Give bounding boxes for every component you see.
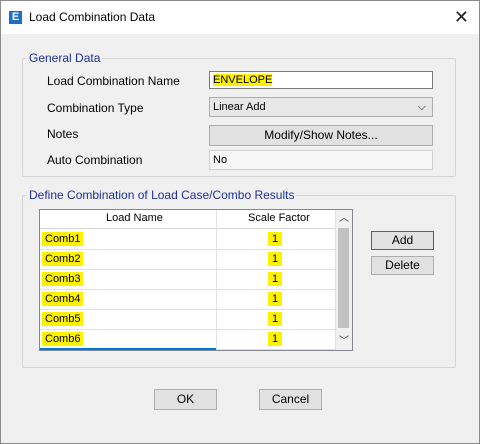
table-row[interactable]: Comb3 1	[40, 269, 338, 290]
col-load-name: Load Name	[106, 212, 163, 224]
notes-label: Notes	[47, 127, 79, 141]
col-scale-factor: Scale Factor	[248, 212, 310, 224]
modify-notes-button[interactable]: Modify/Show Notes...	[209, 125, 433, 146]
load-grid[interactable]: Load Name Scale Factor Comb1 1 Comb2 1 C…	[39, 209, 353, 351]
load-name-cell[interactable]: Comb6	[42, 332, 84, 346]
table-row[interactable]: Comb4 1	[40, 289, 338, 310]
grid-header: Load Name Scale Factor	[40, 210, 338, 229]
ok-button[interactable]: OK	[154, 389, 217, 410]
cancel-button[interactable]: Cancel	[259, 389, 322, 410]
load-name-cell[interactable]: Comb4	[42, 292, 84, 306]
scale-factor-cell[interactable]: 1	[268, 332, 283, 346]
combination-type-value: Linear Add	[213, 101, 266, 113]
window-title: Load Combination Data	[29, 10, 156, 24]
name-label: Load Combination Name	[47, 74, 180, 88]
combination-name-value: ENVELOPE	[213, 74, 273, 86]
chevron-down-icon[interactable]: ﹀	[336, 333, 352, 350]
title-bar: E Load Combination Data ✕	[1, 1, 479, 34]
load-name-cell[interactable]: Comb5	[42, 312, 84, 326]
combination-name-field[interactable]: ENVELOPE	[209, 71, 433, 89]
scale-factor-cell[interactable]: 1	[268, 312, 283, 326]
table-row[interactable]: Comb1 1	[40, 229, 338, 250]
auto-combination-value: No	[209, 150, 433, 170]
scale-factor-cell[interactable]: 1	[268, 272, 283, 286]
table-row[interactable]: Comb2 1	[40, 249, 338, 270]
chevron-up-icon[interactable]: ︿	[336, 210, 352, 227]
scrollbar-thumb[interactable]	[338, 228, 349, 328]
scale-factor-cell[interactable]: 1	[268, 292, 283, 306]
app-icon: E	[9, 11, 22, 24]
close-icon[interactable]: ✕	[454, 7, 469, 27]
general-data-legend: General Data	[29, 51, 101, 65]
auto-label: Auto Combination	[47, 153, 143, 167]
type-label: Combination Type	[47, 101, 144, 115]
load-name-cell[interactable]: Comb2	[42, 252, 84, 266]
scale-factor-cell[interactable]: 1	[268, 232, 283, 246]
table-row[interactable]: Comb6 1	[40, 329, 338, 350]
selected-row[interactable]	[40, 348, 216, 350]
table-row[interactable]: Comb5 1	[40, 309, 338, 330]
load-name-cell[interactable]: Comb3	[42, 272, 84, 286]
load-combination-dialog: E Load Combination Data ✕ General Data L…	[0, 0, 480, 444]
combination-type-select[interactable]: Linear Add ⌵	[209, 97, 433, 117]
chevron-down-icon: ⌵	[417, 101, 426, 113]
define-combination-legend: Define Combination of Load Case/Combo Re…	[29, 188, 295, 202]
scale-factor-cell[interactable]: 1	[268, 252, 283, 266]
load-name-cell[interactable]: Comb1	[42, 232, 84, 246]
delete-button[interactable]: Delete	[371, 256, 434, 275]
grid-scrollbar[interactable]: ︿ ﹀	[335, 210, 352, 350]
add-button[interactable]: Add	[371, 231, 434, 250]
